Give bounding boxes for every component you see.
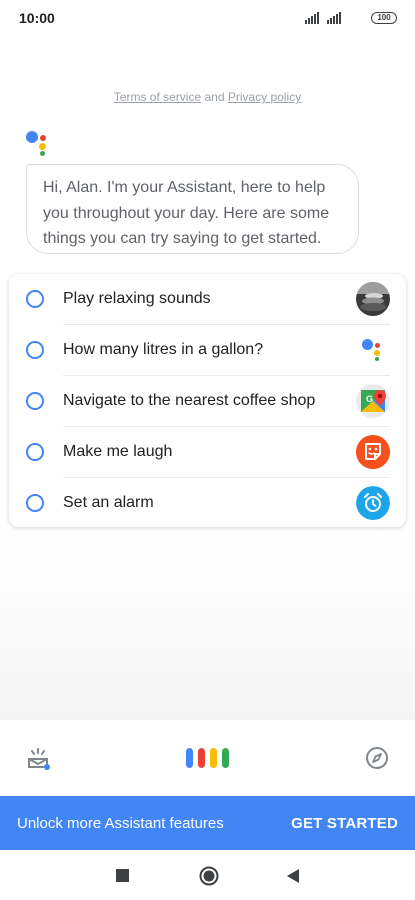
svg-text:G: G: [366, 394, 373, 404]
suggestion-label: Navigate to the nearest coffee shop: [63, 392, 316, 409]
greeting-bubble: Hi, Alan. I'm your Assistant, here to he…: [26, 164, 359, 254]
suggestion-label: Play relaxing sounds: [63, 290, 211, 307]
banner-text: Unlock more Assistant features: [17, 815, 224, 832]
radio-circle-icon[interactable]: [26, 392, 44, 410]
suggestion-item[interactable]: Navigate to the nearest coffee shop G: [9, 376, 406, 427]
back-triangle-icon[interactable]: [286, 868, 300, 884]
google-maps-icon: G: [356, 384, 390, 418]
suggestion-label: Make me laugh: [63, 443, 173, 460]
privacy-policy-link[interactable]: Privacy policy: [228, 90, 301, 104]
relaxing-sounds-thumbnail-icon: [356, 282, 390, 316]
terms-and-text: and: [204, 90, 225, 104]
suggestion-label: How many litres in a gallon?: [63, 341, 264, 358]
voice-mic-bars-icon[interactable]: [186, 748, 230, 768]
sticker-face-icon: [356, 435, 390, 469]
alarm-clock-icon: [356, 486, 390, 520]
suggestion-item[interactable]: Set an alarm: [9, 478, 406, 529]
assistant-screen: 10:00 100 Terms of service and Privacy p…: [0, 0, 415, 900]
radio-circle-icon[interactable]: [26, 290, 44, 308]
suggestions-card: Play relaxing sounds How many litres in …: [9, 274, 406, 527]
assistant-logo-icon: [26, 131, 50, 156]
google-assistant-icon: [356, 333, 390, 367]
suggestion-item[interactable]: Play relaxing sounds: [9, 274, 406, 325]
signal-icon: [305, 12, 322, 24]
recents-square-icon[interactable]: [116, 869, 129, 882]
radio-circle-icon[interactable]: [26, 494, 44, 512]
status-bar: 10:00 100: [0, 0, 415, 38]
explore-compass-icon[interactable]: [365, 746, 389, 770]
suggestion-label: Set an alarm: [63, 494, 154, 511]
home-circle-icon[interactable]: [199, 866, 219, 886]
radio-circle-icon[interactable]: [26, 443, 44, 461]
status-time: 10:00: [19, 10, 55, 26]
system-navigation-bar: [0, 850, 415, 900]
battery-icon: 100: [371, 12, 397, 24]
signal-icon: [327, 12, 344, 24]
terms-of-service-link[interactable]: Terms of service: [114, 90, 201, 104]
suggestion-item[interactable]: Make me laugh: [9, 427, 406, 478]
get-started-button[interactable]: GET STARTED: [291, 815, 398, 832]
suggestion-item[interactable]: How many litres in a gallon?: [9, 325, 406, 376]
radio-circle-icon[interactable]: [26, 341, 44, 359]
terms-line: Terms of service and Privacy policy: [0, 90, 415, 104]
snapshot-tray-icon[interactable]: [27, 747, 51, 771]
unlock-features-banner: Unlock more Assistant features GET START…: [0, 796, 415, 850]
